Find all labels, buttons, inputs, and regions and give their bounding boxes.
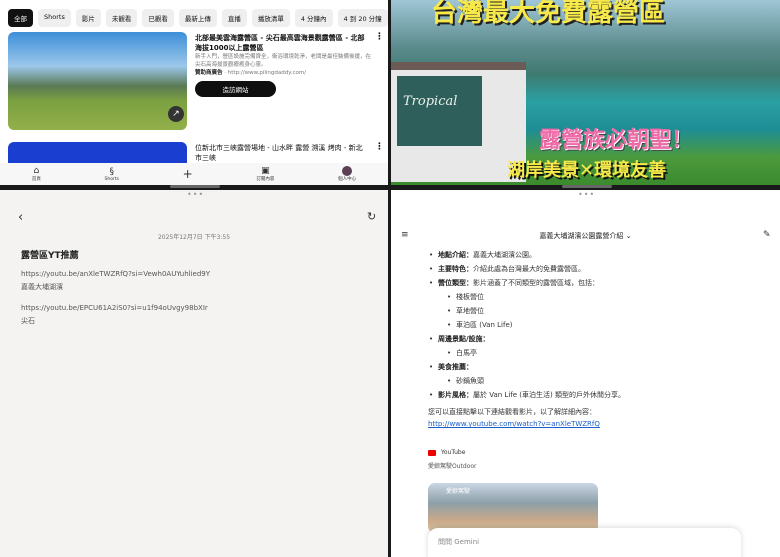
filter-chips: 全部 Shorts 影片 未觀看 已觀看 最新上傳 直播 播放清單 4 分鐘內 4 到 20 分鐘…	[8, 9, 388, 27]
note-label: 尖石	[21, 317, 35, 325]
chevron-down-icon: ⌄	[625, 232, 632, 240]
list-item: 棧板營位	[447, 290, 625, 304]
notes-pane: ••• ‹ ↻ 2025年12月7日 下午3:55 露營區YT推薦 https:…	[0, 190, 388, 557]
filter-chip[interactable]: 4 分鐘內	[294, 9, 333, 27]
video-title[interactable]: 位新北市三峽露營場地 - 山水畔 露營 溯溪 烤肉 - 新北市三峽	[195, 143, 365, 163]
list-item: 影片風格：屬於 Van Life (車泊生活) 類型的戶外休閒分享。	[429, 388, 625, 402]
filter-chip[interactable]: 4 到 20 分鐘	[337, 9, 388, 27]
window-menu-icon[interactable]: •••	[578, 190, 595, 199]
tent-sign: Tropical	[397, 76, 482, 146]
shorts-icon: §	[109, 166, 115, 177]
back-icon[interactable]: ‹	[18, 210, 23, 225]
response-list: 地點介紹：嘉義大埔湖濱公園。主要特色：介紹此處為台灣最大的免費露營區。營位類型：…	[429, 248, 625, 402]
sponsor-label: 贊助商廣告	[195, 70, 223, 76]
youtube-icon	[428, 449, 436, 456]
visit-site-button[interactable]: 造訪網站	[195, 81, 276, 97]
ad-url: http://www.pilingdaddy.com/	[227, 70, 307, 76]
note-link[interactable]: https://youtu.be/anXleTWZRfQ?si=Vewh0AUY…	[21, 268, 210, 281]
nav-shorts[interactable]: § Shorts	[105, 167, 119, 182]
note-date: 2025年12月7日 下午3:55	[157, 234, 231, 241]
list-item: 車泊區 (Van Life)	[447, 318, 625, 332]
bottom-nav: ⌂ 首頁 § Shorts + ▣ 訂閱內容 個人中心	[0, 163, 388, 185]
nav-create[interactable]: +	[182, 167, 193, 181]
list-item: 白馬亭	[447, 346, 625, 360]
video-card[interactable]: 愛娘駕駛	[428, 483, 598, 533]
share-icon[interactable]: ↻	[367, 210, 376, 223]
source-label: YouTube	[441, 449, 466, 456]
card-watermark: 愛娘駕駛	[446, 488, 471, 495]
ad-description: 新手入門，營區設施完備齊全，衛浴環境乾淨，老闆是最佳裝備後援，在尖石高海拔景觀療…	[195, 54, 372, 68]
window-menu-icon[interactable]: •••	[187, 190, 204, 199]
split-handle[interactable]	[170, 185, 220, 188]
thumbnail-slogan2: 湖岸美景✕環境友善	[507, 160, 667, 181]
list-item: 草地營位	[447, 304, 625, 318]
filter-chip[interactable]: 直播	[221, 9, 247, 27]
filter-chip[interactable]: Shorts	[38, 9, 71, 27]
gemini-pane: ••• ≡ 嘉義大埔湖濱公園露營介紹 ⌄ ✎ 地點介紹：嘉義大埔湖濱公園。主要特…	[391, 190, 780, 557]
filter-chip[interactable]: 最新上傳	[178, 9, 217, 27]
list-item: 美食推薦：	[429, 360, 625, 374]
filter-chip[interactable]: 已觀看	[142, 9, 174, 27]
filter-chip[interactable]: 播放清單	[251, 9, 290, 27]
filter-chip[interactable]: 影片	[75, 9, 101, 27]
chat-title[interactable]: 嘉義大埔湖濱公園露營介紹 ⌄	[391, 231, 780, 241]
new-chat-icon[interactable]: ✎	[763, 230, 771, 240]
nav-subscriptions[interactable]: ▣ 訂閱內容	[256, 166, 274, 182]
note-title: 露營區YT推薦	[21, 251, 79, 261]
filter-chip[interactable]: 未觀看	[105, 9, 138, 27]
note-link[interactable]: https://youtu.be/EPCU61A2iS0?si=u1f94oUv…	[21, 302, 210, 315]
avatar-icon	[342, 166, 353, 176]
more-options-icon[interactable]: ⋮	[375, 32, 384, 42]
list-item: 砂鍋魚頭	[447, 374, 625, 388]
list-item: 地點介紹：嘉義大埔湖濱公園。	[429, 248, 625, 262]
external-link-icon[interactable]: ↗	[168, 106, 184, 122]
list-item: 主要特色：介紹此處為台灣最大的免費露營區。	[429, 262, 625, 276]
ad-title[interactable]: 北部最美雲海露營區 - 尖石最高雲海景觀露營區 - 北部海拔1000以上露營區	[195, 33, 365, 53]
filter-chip[interactable]: 全部	[8, 9, 33, 27]
note-label: 嘉義大埔湖濱	[21, 283, 63, 291]
closing-text: 您可以直接點擊以下連結觀看影片，以了解詳細內容：	[428, 408, 596, 416]
youtube-pane: 全部 Shorts 影片 未觀看 已觀看 最新上傳 直播 播放清單 4 分鐘內 4 到 20 分鐘…	[0, 0, 388, 185]
list-item: 周邊景點/設施：	[429, 332, 625, 346]
plus-icon: +	[182, 167, 193, 181]
nav-profile[interactable]: 個人中心	[338, 166, 356, 182]
thumbnail-slogan1: 露營族必朝聖！	[539, 128, 694, 153]
subscriptions-icon: ▣	[261, 166, 270, 176]
thumbnail-headline: 台灣最大免費露營區	[431, 0, 666, 28]
video-link[interactable]: http://www.youtube.com/watch?v=anXleTWZR…	[428, 420, 600, 428]
ad-thumbnail[interactable]: ↗	[8, 32, 187, 130]
nav-home[interactable]: ⌂ 首頁	[32, 166, 41, 182]
channel-name: 愛娘駕駛Outdoor	[428, 463, 477, 470]
list-item: 營位類型：影片涵蓋了不同類型的露營區域，包括：	[429, 276, 625, 290]
split-handle[interactable]	[562, 185, 612, 188]
prompt-input[interactable]: 問問 Gemini	[428, 528, 741, 557]
more-options-icon[interactable]: ⋮	[375, 142, 384, 152]
video-player[interactable]: 台灣最大免費露營區 Tropical 露營族必朝聖！ 湖岸美景✕環境友善	[391, 0, 780, 185]
van-illustration: Tropical	[391, 62, 526, 182]
home-icon: ⌂	[33, 166, 40, 176]
